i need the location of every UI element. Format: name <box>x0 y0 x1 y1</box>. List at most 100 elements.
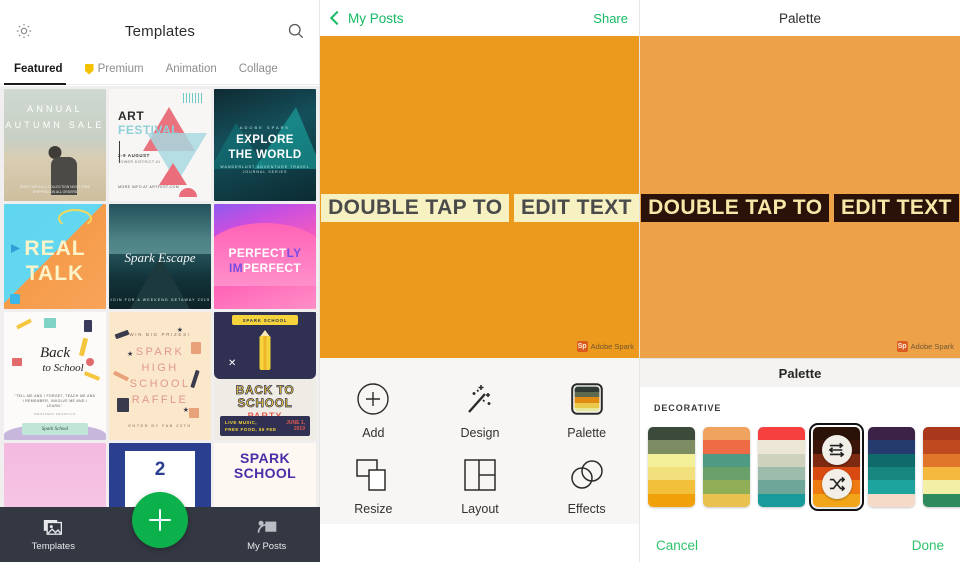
cancel-button[interactable]: Cancel <box>656 538 698 553</box>
tool-palette[interactable]: Palette <box>533 374 640 440</box>
palette-color-stripe <box>648 493 695 507</box>
palette-color-stripe <box>923 493 960 507</box>
templates-grid[interactable]: ANNUAL AUTUMN SALE SHOP OUR FALL COLLECT… <box>0 86 320 562</box>
sparkle-icon: ✕ <box>228 358 237 369</box>
template-kicker: ADOBE SPARK <box>239 125 291 130</box>
tab-collage[interactable]: Collage <box>228 63 289 75</box>
tool-layout[interactable]: Layout <box>427 450 534 516</box>
template-footer: ENTER BY FAB 20TH <box>128 423 192 428</box>
search-icon[interactable] <box>286 21 306 41</box>
nav-item-templates[interactable]: Templates <box>0 518 107 552</box>
palette-swatch[interactable] <box>648 427 695 507</box>
premium-shield-icon <box>84 63 94 75</box>
sky-gradient <box>109 204 211 255</box>
status-bar-spacer <box>0 0 320 8</box>
template-card[interactable]: ANNUAL AUTUMN SALE SHOP OUR FALL COLLECT… <box>4 89 106 201</box>
palette-swatch-icon <box>533 374 640 424</box>
canvas-text-line-2[interactable]: EDIT TEXT <box>513 194 639 222</box>
stripe-decoration <box>183 93 203 103</box>
palette-swatch-list[interactable] <box>648 423 960 511</box>
canvas-text-line-1[interactable]: DOUBLE TAP TO <box>321 194 510 222</box>
chevron-left-icon <box>329 10 345 26</box>
palette-color-stripe <box>758 453 805 467</box>
create-post-fab[interactable] <box>132 492 188 548</box>
back-label: My Posts <box>348 10 404 26</box>
shuffle-icon[interactable] <box>821 469 852 499</box>
palette-picker-screen: Palette DOUBLE TAP TO EDIT TEXT Sp Adobe… <box>640 0 960 562</box>
done-button[interactable]: Done <box>912 538 944 553</box>
tool-label: Palette <box>567 426 607 440</box>
template-title: EXPLORE THE WORLD <box>228 134 302 161</box>
palette-swatch[interactable] <box>758 427 805 507</box>
tool-design[interactable]: Design <box>427 374 534 440</box>
template-footer: LIVE MUSIC, FREE FOOD, $5 FEE JUNE 1, 2019 <box>220 416 310 436</box>
template-footer: JOIN FOR A WEEKEND GETAWAY 2019 <box>109 298 211 302</box>
template-card[interactable]: Spark Escape JOIN FOR A WEEKEND GETAWAY … <box>109 204 211 309</box>
template-title: REAL <box>24 237 86 260</box>
palette-color-stripe <box>758 466 805 481</box>
template-title: BACK TO SCHOOL <box>235 382 295 410</box>
editor-canvas[interactable]: DOUBLE TAP TO EDIT TEXT Sp Adobe Spark <box>320 36 640 358</box>
palette-color-stripe <box>868 453 915 467</box>
active-tab-indicator <box>4 83 66 85</box>
canvas-text-line-2[interactable]: EDIT TEXT <box>833 194 959 222</box>
palette-color-stripe <box>648 480 695 494</box>
tool-label: Effects <box>567 502 606 516</box>
nav-item-my-posts[interactable]: My Posts <box>213 518 320 552</box>
sliders-icon[interactable] <box>821 435 852 465</box>
post-editor-screen: My Posts Share DOUBLE TAP TO EDIT TEXT S… <box>320 0 640 562</box>
preview-canvas[interactable]: DOUBLE TAP TO EDIT TEXT Sp Adobe Spark <box>640 36 960 358</box>
template-card[interactable]: Back to School "TELL ME AND I FORGET, TE… <box>4 312 106 440</box>
square-decoration <box>10 294 20 304</box>
template-venue: TOWER DISTRICT #1 <box>118 160 161 164</box>
posts-icon <box>213 518 320 538</box>
palette-swatch[interactable] <box>923 427 960 507</box>
palette-color-stripe <box>648 466 695 481</box>
palette-swatch[interactable] <box>703 427 750 507</box>
editor-header: My Posts Share <box>320 0 640 36</box>
tool-add[interactable]: Add <box>320 374 427 440</box>
tool-resize[interactable]: Resize <box>320 450 427 516</box>
tool-label: Resize <box>354 502 393 516</box>
tab-featured[interactable]: Featured <box>10 63 74 75</box>
share-button[interactable]: Share <box>593 11 628 26</box>
star-doodle: ★ <box>176 327 183 334</box>
gear-icon[interactable] <box>14 21 34 41</box>
palette-color-stripe <box>758 427 805 441</box>
template-card[interactable]: ADOBE SPARK EXPLORE THE WORLD WANDERLUST… <box>214 89 316 201</box>
template-card[interactable]: ART FESTIVAL 2-9 AUGUST TOWER DISTRICT #… <box>109 89 211 201</box>
templates-header: Templates <box>0 8 320 54</box>
palette-color-stripe <box>923 480 960 494</box>
back-to-my-posts-button[interactable]: My Posts <box>329 10 404 26</box>
nav-label: My Posts <box>247 540 287 552</box>
watermark: Sp Adobe Spark <box>896 341 954 352</box>
magic-wand-icon <box>427 374 534 424</box>
canvas-text-block[interactable]: DOUBLE TAP TO EDIT TEXT <box>320 188 640 222</box>
tab-premium[interactable]: Premium <box>74 63 155 75</box>
eraser-doodle <box>189 408 199 418</box>
templates-screen: Templates Featured Premium Animation Col… <box>0 0 320 562</box>
canvas-text-block[interactable]: DOUBLE TAP TO EDIT TEXT <box>640 188 960 222</box>
template-card[interactable]: REAL TALK <box>4 204 106 309</box>
template-number: 2 <box>154 459 166 480</box>
template-card[interactable]: SPARK SCHOOL ✕ BACK TO SCHOOL PARTY LIVE… <box>214 312 316 440</box>
palette-color-stripe <box>923 440 960 454</box>
palette-header: Palette <box>640 0 960 36</box>
template-title: PERFECTLY IMPERFECT <box>228 246 302 275</box>
template-card[interactable]: PERFECTLY IMPERFECT <box>214 204 316 309</box>
tab-animation[interactable]: Animation <box>155 63 228 75</box>
tool-effects[interactable]: Effects <box>533 450 640 516</box>
adobe-spark-badge-icon: Sp <box>576 341 588 352</box>
palette-color-stripe <box>868 493 915 507</box>
template-footer: MORE INFO AT ARTFEST.COM <box>118 185 180 189</box>
canvas-text-line-1[interactable]: DOUBLE TAP TO <box>641 194 830 222</box>
palette-color-stripe <box>758 440 805 454</box>
palette-swatch[interactable] <box>868 427 915 507</box>
layout-grid-icon <box>427 450 534 500</box>
template-card[interactable]: WIN BIG PRIZES! ★ ★ ★ SPARK HIGH SCHOOL … <box>109 312 211 440</box>
palette-swatch-selected[interactable] <box>809 423 864 511</box>
template-ribbon: Spark School <box>22 423 88 435</box>
section-label: DECORATIVE <box>654 403 722 413</box>
template-banner: SPARK SCHOOL <box>232 315 298 325</box>
notebook-doodle <box>44 318 56 328</box>
